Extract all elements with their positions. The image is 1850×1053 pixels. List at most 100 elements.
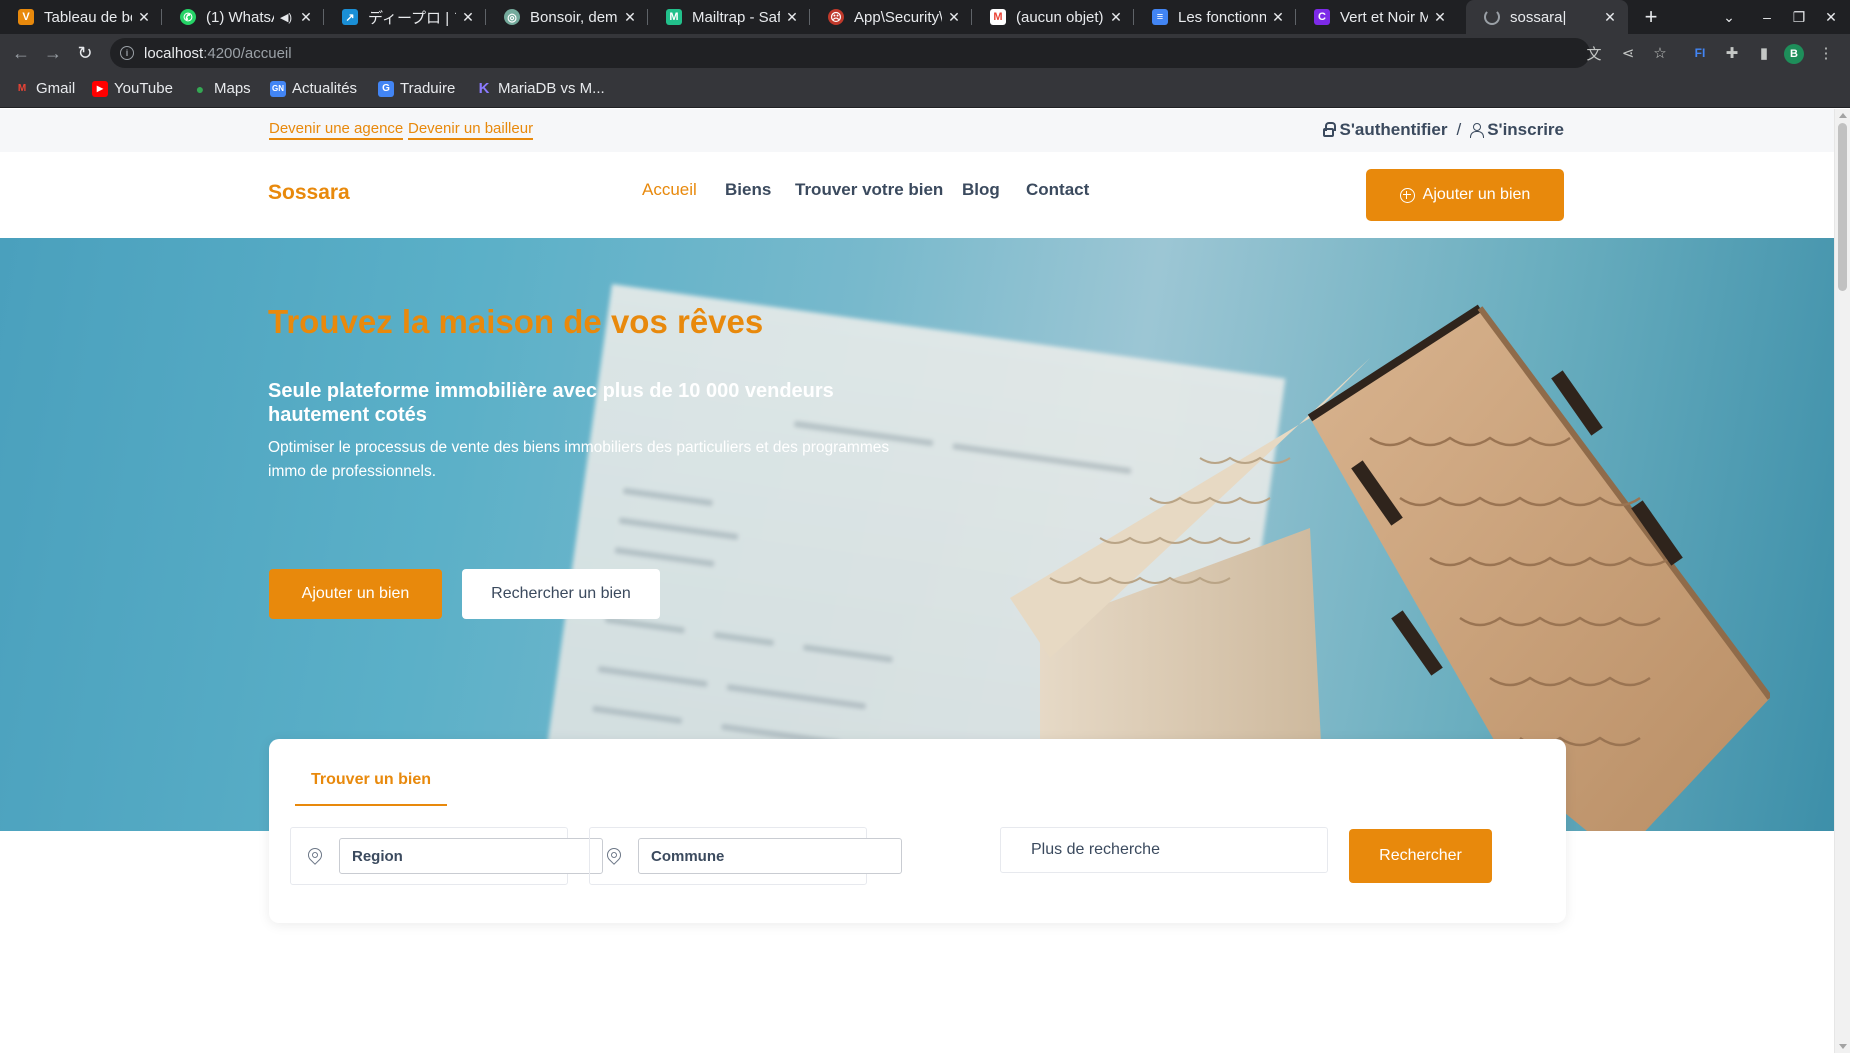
share-icon[interactable]: ⋖ xyxy=(1618,43,1638,63)
extension-icon[interactable]: FI xyxy=(1690,43,1710,63)
bookmark-label: Actualités xyxy=(292,80,358,97)
nav-blog[interactable]: Blog xyxy=(962,180,1000,200)
tab-search-icon[interactable]: ⌄ xyxy=(1714,0,1744,34)
bookmark-kinsta[interactable]: K MariaDB vs M... xyxy=(476,80,605,97)
bookmark-star-icon[interactable]: ☆ xyxy=(1650,43,1670,63)
tab-title: Mailtrap - Safe xyxy=(692,8,780,26)
menu-kebab-icon[interactable]: ⋮ xyxy=(1816,43,1836,63)
become-agency-link[interactable]: Devenir une agence xyxy=(269,120,404,140)
nav-properties[interactable]: Biens xyxy=(725,180,771,200)
kinsta-icon: K xyxy=(478,80,490,97)
auth-links: S'authentifier / S'inscrire xyxy=(1322,120,1564,140)
location-pin-icon xyxy=(604,845,624,865)
hero-search-property-button[interactable]: Rechercher un bien xyxy=(462,569,660,619)
commune-input[interactable] xyxy=(638,838,902,874)
browser-tab[interactable]: C Vert et Noir M ✕ xyxy=(1296,0,1458,34)
symfony-error-icon: ☹ xyxy=(828,9,844,25)
loading-icon xyxy=(1484,9,1500,25)
browser-tab[interactable]: M (aucun objet) - ✕ xyxy=(972,0,1134,34)
user-icon xyxy=(1470,123,1485,138)
add-property-button[interactable]: Ajouter un bien xyxy=(1366,169,1564,221)
address-bar[interactable]: i localhost:4200/accueil xyxy=(110,38,1590,68)
more-search-options[interactable]: Plus de recherche xyxy=(1000,827,1328,873)
close-tab-icon[interactable]: ✕ xyxy=(1602,9,1618,26)
scroll-down-arrow-icon[interactable] xyxy=(1839,1044,1847,1049)
nav-contact[interactable]: Contact xyxy=(1026,180,1089,200)
tab-title: Les fonctionna xyxy=(1178,8,1266,26)
canva-icon: C xyxy=(1314,9,1330,25)
restore-icon[interactable]: ❐ xyxy=(1784,0,1814,34)
extensions-puzzle-icon[interactable]: ✚ xyxy=(1722,43,1742,63)
hero-subtitle: Seule plateforme immobilière avec plus d… xyxy=(268,380,834,426)
tab-title: Bonsoir, dema xyxy=(530,8,618,26)
close-tab-icon[interactable]: ✕ xyxy=(946,9,962,26)
new-tab-button[interactable]: + xyxy=(1638,0,1664,34)
bookmark-label: Maps xyxy=(214,80,251,97)
bookmark-gmail[interactable]: M Gmail xyxy=(14,80,75,97)
reload-icon[interactable]: ↻ xyxy=(72,40,98,66)
tab-title: Tableau de bo xyxy=(44,8,132,26)
scrollbar-thumb[interactable] xyxy=(1838,123,1847,291)
close-tab-icon[interactable]: ✕ xyxy=(460,9,476,26)
browser-tab[interactable]: ≡ Les fonctionna ✕ xyxy=(1134,0,1296,34)
site-logo[interactable]: Sossara xyxy=(268,181,350,205)
translate-icon[interactable]: 文 xyxy=(1584,43,1604,63)
close-tab-icon[interactable]: ✕ xyxy=(1108,9,1124,26)
close-tab-icon[interactable]: ✕ xyxy=(298,9,314,26)
bookmark-youtube[interactable]: ▶ YouTube xyxy=(92,80,173,97)
bookmark-news[interactable]: GN Actualités xyxy=(270,80,357,97)
gmail-icon: M xyxy=(17,83,27,94)
bookmark-label: MariaDB vs M... xyxy=(498,80,605,97)
bookmark-maps[interactable]: ● Maps xyxy=(192,80,251,97)
login-link[interactable]: S'authentifier xyxy=(1340,120,1448,140)
browser-tab[interactable]: V Tableau de bo ✕ xyxy=(0,0,162,34)
tab-title: Vert et Noir M xyxy=(1340,8,1428,26)
tab-title: (aucun objet) - xyxy=(1016,8,1104,26)
site-header: Sossara Accueil Biens Trouver votre bien… xyxy=(0,152,1834,238)
become-landlord-link[interactable]: Devenir un bailleur xyxy=(408,120,534,140)
minimize-icon[interactable]: – xyxy=(1752,0,1782,34)
tab-find-property[interactable]: Trouver un bien xyxy=(295,739,448,806)
hero-add-property-button[interactable]: Ajouter un bien xyxy=(269,569,442,619)
back-icon[interactable]: ← xyxy=(8,40,34,66)
speaker-icon[interactable]: ◀) xyxy=(278,11,294,24)
region-input[interactable] xyxy=(339,838,603,874)
page-scrollbar[interactable] xyxy=(1834,109,1850,1053)
browser-tab-active[interactable]: sossara| ✕ xyxy=(1466,0,1628,34)
profile-avatar[interactable]: B xyxy=(1784,44,1804,64)
mailtrap-icon: M xyxy=(666,9,682,25)
commune-field xyxy=(589,827,902,885)
close-tab-icon[interactable]: ✕ xyxy=(622,9,638,26)
property-search-card: Trouver un bien Plus de recherche Recher… xyxy=(269,739,1566,923)
browser-tab[interactable]: ✆ (1) WhatsA ◀) ✕ xyxy=(162,0,324,34)
browser-tab[interactable]: M Mailtrap - Safe ✕ xyxy=(648,0,810,34)
location-pin-icon xyxy=(305,845,325,865)
browser-tab[interactable]: ◎ Bonsoir, dema ✕ xyxy=(486,0,648,34)
site-info-icon[interactable]: i xyxy=(120,46,134,60)
youtube-icon: ▶ xyxy=(92,80,108,97)
browser-tab[interactable]: ↗ ディープロ | プ ✕ xyxy=(324,0,486,34)
bookmarks-bar: M Gmail ▶ YouTube ● Maps GN Actualités G… xyxy=(0,72,1850,108)
forward-icon[interactable]: → xyxy=(40,40,66,66)
add-property-label: Ajouter un bien xyxy=(1422,186,1531,203)
scroll-up-arrow-icon[interactable] xyxy=(1839,113,1847,118)
nav-find-property[interactable]: Trouver votre bien xyxy=(795,180,943,200)
bookmark-translate[interactable]: G Traduire xyxy=(378,80,455,97)
nav-home[interactable]: Accueil xyxy=(642,180,697,200)
hero-description: Optimiser le processus de vente des bien… xyxy=(268,439,890,480)
close-tab-icon[interactable]: ✕ xyxy=(1432,9,1448,26)
side-panel-icon[interactable]: ▮ xyxy=(1754,43,1774,63)
close-tab-icon[interactable]: ✕ xyxy=(136,9,152,26)
bookmark-label: YouTube xyxy=(114,80,173,97)
close-window-icon[interactable]: ✕ xyxy=(1816,0,1846,34)
browser-tab-strip: V Tableau de bo ✕ ✆ (1) WhatsA ◀) ✕ ↗ ディ… xyxy=(0,0,1850,34)
tab-title: App\Security\ xyxy=(854,8,942,26)
url-path: :4200/accueil xyxy=(203,44,292,62)
plus-circle-icon xyxy=(1399,187,1415,203)
close-tab-icon[interactable]: ✕ xyxy=(784,9,800,26)
browser-tab[interactable]: ☹ App\Security\ ✕ xyxy=(810,0,972,34)
register-link[interactable]: S'inscrire xyxy=(1487,120,1564,140)
search-submit-button[interactable]: Rechercher xyxy=(1349,829,1492,883)
tab-title: ディープロ | プ xyxy=(368,9,456,27)
close-tab-icon[interactable]: ✕ xyxy=(1270,9,1286,26)
